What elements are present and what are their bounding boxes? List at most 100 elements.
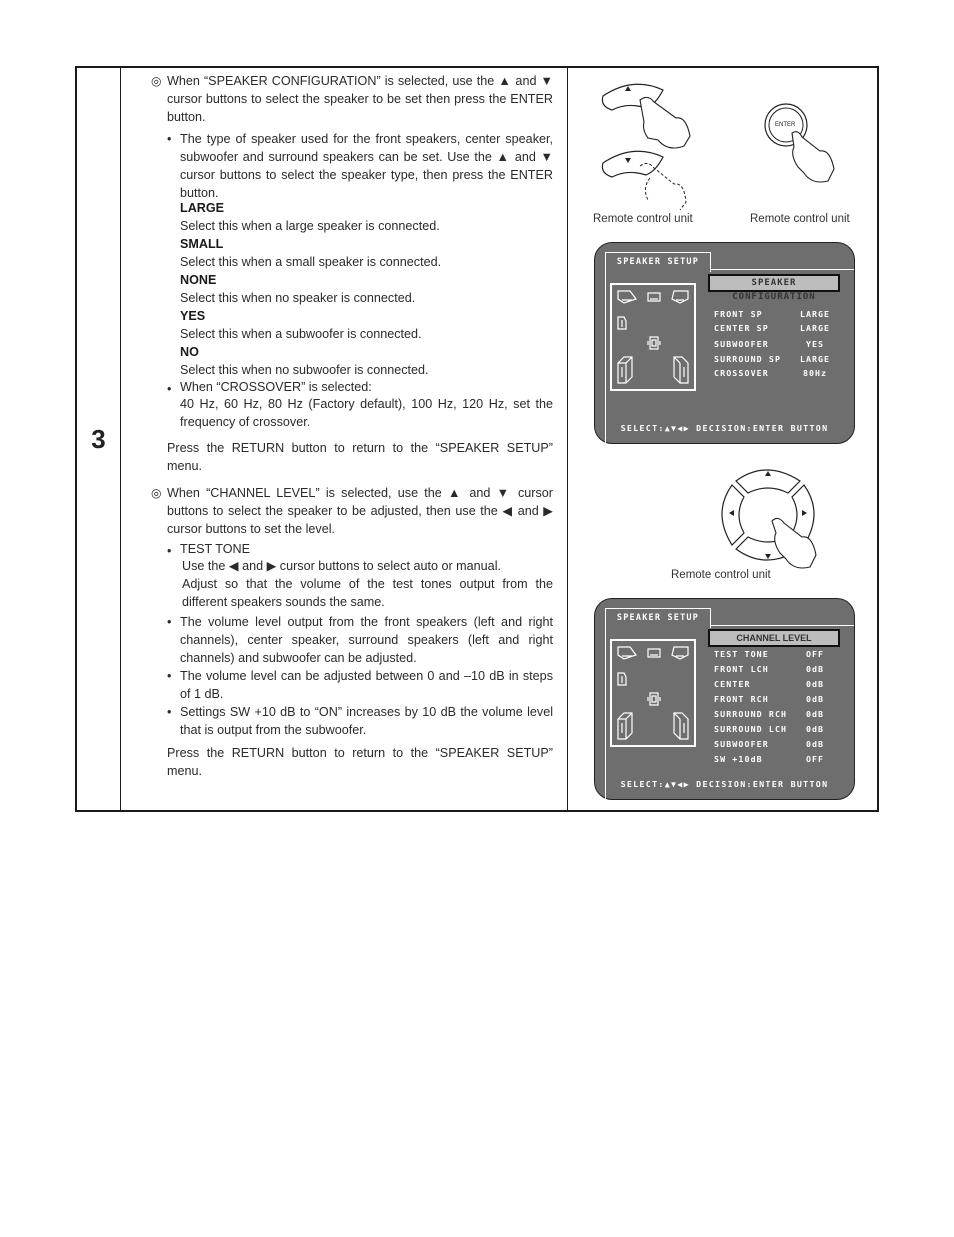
osd2-row-label: CENTER [714,679,751,689]
surround-left-speaker-icon [617,356,633,384]
speaker-icons [617,646,689,740]
down-button-shape [601,150,664,178]
osd1-row-label: FRONT SP [714,309,763,319]
front-right-speaker-icon [671,290,689,304]
surround-right-speaker-icon [673,712,689,740]
bullet-icon: • [167,382,172,396]
bullet-icon: • [167,615,172,629]
bullet-icon: • [167,132,172,146]
remote-dpad-illustration [721,469,817,569]
caption-remote-enter: Remote control unit [750,213,850,225]
remote-enter-illustration [764,103,835,183]
double-circle-icon: ◎ [151,74,162,88]
down-arrow-icon [765,554,771,559]
speaker-options-list: LARGE Select this when a large speaker i… [180,199,560,379]
osd2-row-value: 0dB [806,664,824,674]
section2-return-note: Press the RETURN button to return to the… [167,746,553,778]
section1-lead: ◎ When “SPEAKER CONFIGURATION” is select… [151,74,553,124]
osd1-row-value: LARGE [800,309,830,319]
osd1-row-value: YES [806,339,824,349]
caption-remote-updown: Remote control unit [593,213,693,225]
step-number: 3 [91,424,106,454]
section1-bullet-speaker-type: • The type of speaker used for the front… [167,132,553,200]
osd-channel-level: SPEAKER SETUP CHANNEL LEVEL TEST TONE OF… [594,598,855,800]
hand-icon [791,131,835,183]
option-large-title: LARGE [180,201,225,215]
center-speaker-icon [647,292,661,302]
speaker-icons [617,290,689,384]
section2-bullet-test-tone: • TEST TONE Use the ◀ and ▶ cursor butto… [167,542,553,609]
hand-icon [639,96,691,149]
section2-bullet-volume-output: • The volume level output from the front… [167,615,553,665]
section2-bullet-volume-range: • The volume level can be adjusted betwe… [167,669,553,701]
down-arrow-icon [625,158,631,163]
osd2-row-value: OFF [806,649,824,659]
surround-left-speaker-icon [617,712,633,740]
section1-bullet-crossover: • When “CROSSOVER” is selected: 40 Hz, 6… [167,380,553,429]
option-yes-desc: Select this when a subwoofer is connecte… [180,327,422,341]
osd2-row-label: SURROUND LCH [714,724,788,734]
option-small-desc: Select this when a small speaker is conn… [180,255,442,269]
osd2-row-label: FRONT LCH [714,664,769,674]
front-right-speaker-icon [671,646,689,660]
osd2-row-label: FRONT RCH [714,694,769,704]
osd2-row-value: 0dB [806,694,824,704]
osd2-row-label: SUBWOOFER [714,739,769,749]
front-left-speaker-icon [617,646,637,660]
option-yes-title: YES [180,309,206,323]
osd1-row-label: CROSSOVER [714,368,769,378]
right-arrow-icon [802,510,807,516]
option-none-desc: Select this when no speaker is connected… [180,291,416,305]
osd2-footer: SELECT:▲▼◀▶ DECISION:ENTER BUTTON [620,779,829,789]
section1-return-note: Press the RETURN button to return to the… [167,441,553,473]
up-arrow-icon [625,86,631,91]
left-arrow-icon [729,510,734,516]
instructions-column: ◎ When “SPEAKER CONFIGURATION” is select… [121,68,568,810]
center-speaker-icon [647,648,661,658]
side-speaker-icon [617,316,627,330]
osd1-row-value: LARGE [800,354,830,364]
section2-bullet-sw10db: • Settings SW +10 dB to “ON” increases b… [167,705,553,737]
double-circle-icon: ◎ [151,486,162,500]
osd1-row-label: SUBWOOFER [714,339,769,349]
osd2-row-label: SW +10dB [714,754,763,764]
hand-icon [771,517,817,569]
up-arrow-icon [765,471,771,476]
step-column: 3 [77,68,121,810]
speaker-layout-diagram [610,639,696,747]
osd2-row-value: 0dB [806,709,824,719]
speaker-layout-diagram [610,283,696,391]
osd1-footer: SELECT:▲▼◀▶ DECISION:ENTER BUTTON [620,423,829,433]
listener-icon [647,692,661,706]
bullet-icon: • [167,669,172,683]
osd2-row-label: TEST TONE [714,649,769,659]
figures-column: Remote control unit ENTER Remote control… [568,68,879,810]
osd-tab-speaker-setup: SPEAKER SETUP [605,608,711,628]
osd1-row-label: CENTER SP [714,323,769,333]
bullet-icon: • [167,705,172,719]
option-no-desc: Select this when no subwoofer is connect… [180,363,429,377]
osd2-row-value: OFF [806,754,824,764]
option-small-title: SMALL [180,237,224,251]
option-large-desc: Select this when a large speaker is conn… [180,219,440,233]
listener-icon [647,336,661,350]
remote-up-down-illustration [601,83,691,211]
option-none-title: NONE [180,273,217,287]
osd2-row-label: SURROUND RCH [714,709,788,719]
bullet-icon: • [167,544,172,558]
hand-dashed-icon [639,162,687,211]
osd1-row-value: 80Hz [803,368,827,378]
osd2-row-value: 0dB [806,679,824,689]
osd-tab-speaker-setup: SPEAKER SETUP [605,252,711,272]
osd-title-channel-level: CHANNEL LEVEL [708,629,840,647]
osd1-row-value: LARGE [800,323,830,333]
osd-title-speaker-configuration: SPEAKER CONFIGURATION [708,274,840,302]
option-no-title: NO [180,345,199,359]
front-left-speaker-icon [617,290,637,304]
surround-right-speaker-icon [673,356,689,384]
osd1-row-label: SURROUND SP [714,354,782,364]
osd2-row-value: 0dB [806,739,824,749]
osd-speaker-configuration: SPEAKER SETUP SPEAKER CONFIGURATION FRON… [594,242,855,444]
side-speaker-icon [617,672,627,686]
enter-label: ENTER [775,122,796,128]
